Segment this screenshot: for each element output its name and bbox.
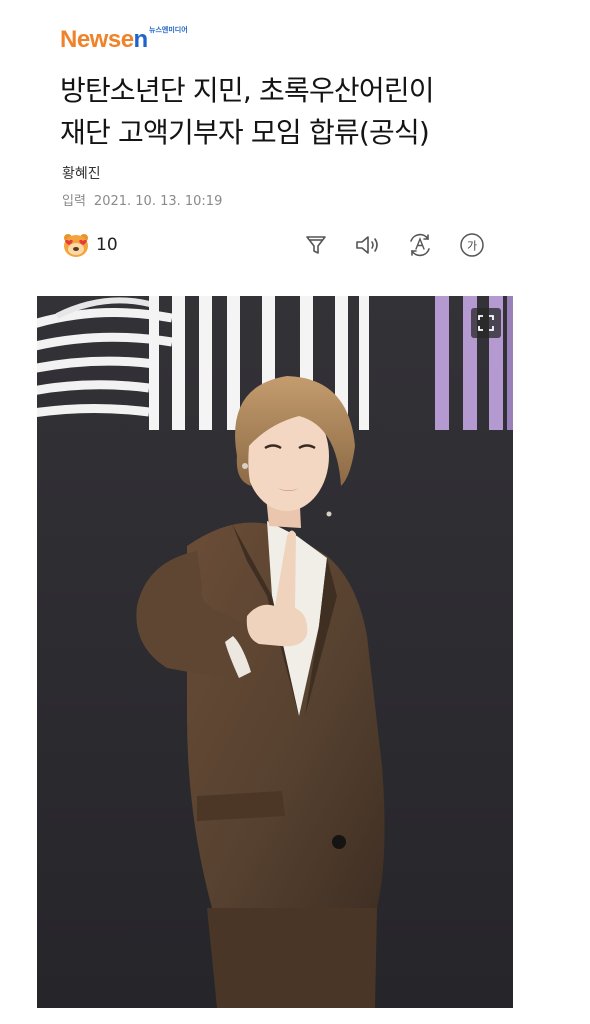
logo-subtitle: 뉴스엔미디어 bbox=[149, 26, 188, 34]
logo-wordmark: Newsen bbox=[60, 26, 148, 53]
newsen-logo[interactable]: Newsen 뉴스엔미디어 bbox=[60, 26, 188, 53]
reaction-button[interactable]: 10 bbox=[62, 231, 118, 259]
reporter-name[interactable]: 황혜진 bbox=[62, 163, 101, 183]
translate-button[interactable] bbox=[404, 229, 436, 261]
font-size-glyph: 가 bbox=[467, 240, 477, 253]
article-title: 방탄소년단 지민, 초록우산어린이 재단 고액기부자 모임 합류(공식) bbox=[60, 70, 540, 154]
reaction-count: 10 bbox=[96, 235, 118, 255]
article-title-line-1: 방탄소년단 지민, 초록우산어린이 bbox=[60, 74, 435, 107]
expand-button[interactable] bbox=[471, 308, 501, 338]
article-title-line-2: 재단 고액기부자 모임 합류(공식) bbox=[60, 116, 430, 149]
date-label: 입력 bbox=[62, 194, 86, 209]
font-size-button[interactable]: 가 bbox=[456, 229, 488, 261]
filter-icon bbox=[306, 236, 326, 254]
publish-date: 입력 2021. 10. 13. 10:19 bbox=[62, 190, 222, 209]
font-size-icon: 가 bbox=[460, 233, 484, 257]
expand-icon bbox=[478, 315, 494, 331]
translate-icon bbox=[410, 233, 430, 257]
photo-illustration bbox=[37, 296, 513, 1008]
article-photo[interactable] bbox=[37, 296, 513, 1008]
love-eyes-face-icon bbox=[64, 234, 88, 257]
article-page: Newsen 뉴스엔미디어 방탄소년단 지민, 초록우산어린이 재단 고액기부자… bbox=[0, 0, 590, 1024]
date-value: 2021. 10. 13. 10:19 bbox=[93, 194, 223, 209]
article-toolbar: 가 bbox=[300, 229, 492, 261]
filter-button[interactable] bbox=[300, 229, 332, 261]
read-aloud-button[interactable] bbox=[352, 229, 384, 261]
speaker-icon bbox=[356, 236, 378, 254]
